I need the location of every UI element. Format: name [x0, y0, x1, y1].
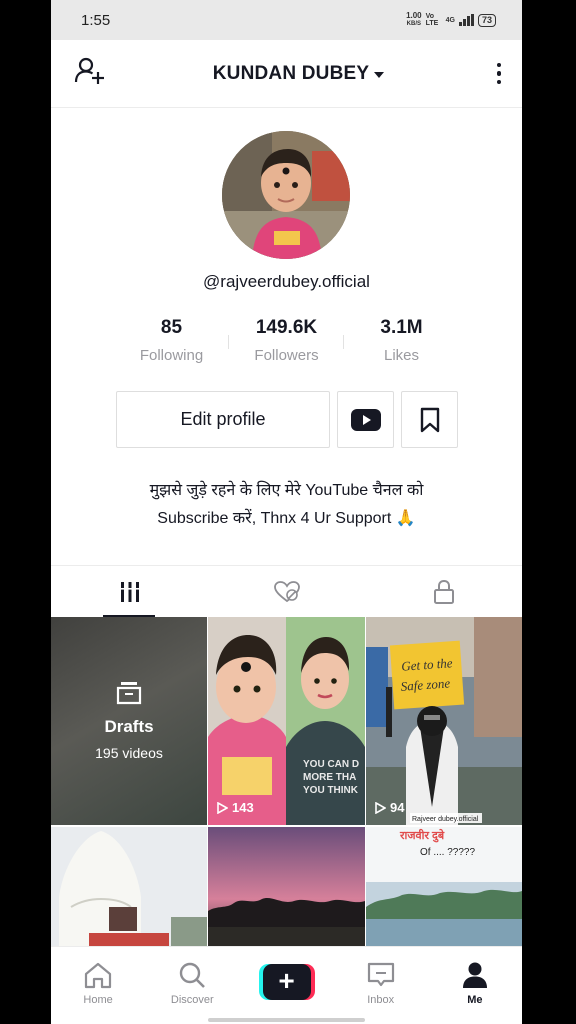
nav-create[interactable]: + [239, 947, 333, 1024]
drafts-count: 195 videos [95, 745, 163, 761]
tab-liked[interactable] [208, 566, 365, 617]
edit-profile-button[interactable]: Edit profile [116, 391, 330, 448]
signal-icon [458, 14, 474, 26]
username: @rajveerdubey.official [203, 272, 370, 291]
svg-text:YOU CAN D: YOU CAN D [303, 759, 359, 770]
create-plus-icon: + [258, 964, 315, 1000]
avatar[interactable] [222, 131, 350, 259]
page-title: KUNDAN DUBEY [212, 62, 370, 84]
play-count: 94 [374, 800, 404, 815]
profile-header: KUNDAN DUBEY [51, 40, 522, 108]
youtube-icon [350, 408, 381, 431]
home-indicator [208, 1018, 365, 1022]
tab-videos[interactable] [51, 566, 208, 617]
play-count: 143 [216, 800, 254, 815]
play-icon [375, 801, 386, 814]
liked-hidden-icon [273, 580, 300, 602]
battery-icon: 73 [477, 13, 496, 27]
more-vertical-icon[interactable] [492, 62, 506, 85]
video-thumbnail[interactable]: Get to the Safe zone Rajveer dubey.offic… [366, 617, 522, 825]
profile-icon [462, 962, 487, 988]
profile-stats: 85 Following 149.6K Followers 3.1M Likes [114, 317, 460, 364]
phone-screen: 1:55 1.00 KB/S Vo LTE 4G 73 KUNDAN DUBEY [51, 0, 522, 1024]
network-type: 4G [445, 16, 455, 24]
search-icon [180, 962, 206, 988]
video-thumbnail[interactable] [51, 827, 207, 947]
status-time: 1:55 [81, 11, 111, 29]
caption-hindi: राजवीर दुबे [399, 828, 445, 843]
play-icon [217, 801, 228, 814]
tab-private[interactable] [365, 566, 522, 617]
stat-likes[interactable]: 3.1M Likes [344, 317, 459, 364]
stat-followers[interactable]: 149.6K Followers [229, 317, 344, 364]
svg-text:YOU THINK: YOU THINK [303, 785, 359, 796]
grid-icon [118, 581, 141, 602]
drafts-icon [116, 682, 142, 705]
youtube-button[interactable] [337, 391, 394, 448]
drafts-tile[interactable]: Drafts 195 videos [51, 617, 207, 825]
profile-bio: मुझसे जुड़े रहने के लिए मेरे YouTube चैन… [149, 482, 424, 527]
stat-following[interactable]: 85 Following [114, 317, 229, 364]
drafts-label: Drafts [104, 717, 154, 736]
nav-inbox[interactable]: Inbox [334, 947, 428, 1024]
add-user-icon[interactable] [73, 55, 105, 92]
status-bar: 1:55 1.00 KB/S Vo LTE 4G 73 [51, 0, 522, 40]
video-grid: Drafts 195 videos YOU CAN D MORE THA YOU… [51, 617, 522, 947]
status-indicators: 1.00 KB/S Vo LTE 4G 73 [406, 12, 496, 28]
favorites-button[interactable] [401, 391, 458, 448]
watermark-text: Rajveer dubey.official [412, 816, 479, 823]
account-switcher[interactable]: KUNDAN DUBEY [213, 63, 385, 85]
inbox-icon [367, 962, 394, 987]
caption-text: Of .... ????? [420, 847, 475, 858]
volte-label: Vo LTE [425, 13, 439, 27]
video-thumbnail[interactable]: राजवीर दुबे Of .... ????? [366, 827, 522, 947]
profile-tabs [51, 565, 522, 617]
svg-text:MORE THA: MORE THA [303, 772, 356, 783]
home-icon [84, 962, 112, 989]
bottom-nav: Home Discover + Inbox Me [51, 946, 522, 1024]
bookmark-icon [420, 407, 439, 432]
video-thumbnail[interactable]: YOU CAN D MORE THA YOU THINK 143 [208, 617, 365, 825]
nav-home[interactable]: Home [51, 947, 145, 1024]
lock-icon [433, 579, 454, 604]
video-thumbnail[interactable] [208, 827, 365, 947]
chevron-down-icon [374, 71, 385, 78]
nav-discover[interactable]: Discover [145, 947, 239, 1024]
nav-me[interactable]: Me [428, 947, 522, 1024]
net-speed: 1.00 KB/S [406, 11, 422, 28]
profile-actions: Edit profile [116, 391, 458, 448]
